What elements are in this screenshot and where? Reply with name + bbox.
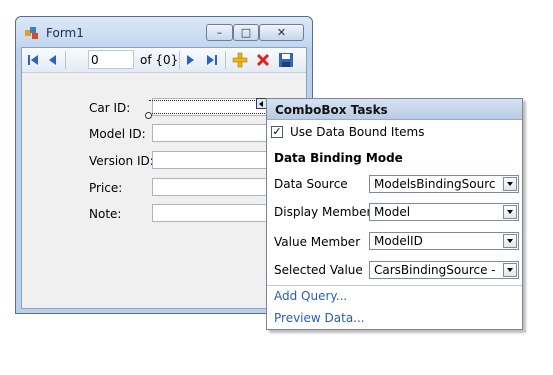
add-new-icon[interactable] bbox=[232, 52, 248, 68]
move-next-icon[interactable] bbox=[182, 52, 198, 68]
note-label: Note: bbox=[89, 207, 122, 221]
dropdown-arrow-icon[interactable] bbox=[503, 234, 517, 248]
delete-icon[interactable] bbox=[255, 52, 271, 68]
minimize-button[interactable]: – bbox=[206, 24, 233, 41]
dropdown-arrow-icon[interactable] bbox=[503, 263, 517, 277]
car-id-label: Car ID: bbox=[89, 101, 131, 115]
toolbar-separator bbox=[179, 51, 180, 69]
binding-navigator: of {0} bbox=[22, 48, 306, 73]
selected-value-value: CarsBindingSource - Mo bbox=[374, 263, 496, 277]
combobox-tasks-panel: ComboBox Tasks ✓ Use Data Bound Items Da… bbox=[266, 98, 523, 330]
move-first-icon[interactable] bbox=[25, 52, 41, 68]
maximize-button[interactable]: □ bbox=[233, 24, 259, 41]
panel-divider bbox=[267, 285, 522, 286]
save-icon[interactable] bbox=[278, 52, 294, 68]
title-bar[interactable]: Form1 – □ ✕ bbox=[16, 17, 312, 47]
preview-data-link[interactable]: Preview Data... bbox=[274, 311, 365, 325]
use-data-bound-label[interactable]: Use Data Bound Items bbox=[290, 125, 424, 139]
move-last-icon[interactable] bbox=[204, 52, 220, 68]
resize-handle[interactable] bbox=[145, 112, 152, 119]
add-query-link[interactable]: Add Query... bbox=[274, 289, 347, 303]
version-id-label: Version ID: bbox=[89, 154, 154, 168]
value-member-label: Value Member bbox=[274, 235, 361, 249]
data-binding-mode-heading: Data Binding Mode bbox=[274, 151, 403, 165]
move-previous-icon[interactable] bbox=[45, 52, 61, 68]
value-member-combo[interactable]: ModelID bbox=[369, 232, 519, 250]
count-label: of {0} bbox=[140, 53, 179, 67]
selected-value-combo[interactable]: CarsBindingSource - Mo bbox=[369, 261, 519, 279]
use-data-bound-checkbox[interactable]: ✓ bbox=[271, 126, 283, 138]
toolbar-separator bbox=[65, 51, 66, 69]
selection-border bbox=[149, 100, 269, 114]
display-member-value: Model bbox=[374, 205, 411, 219]
position-input[interactable] bbox=[88, 50, 134, 69]
close-button[interactable]: ✕ bbox=[259, 24, 304, 41]
data-source-label: Data Source bbox=[274, 177, 348, 191]
display-member-label: Display Member bbox=[274, 205, 372, 219]
display-member-combo[interactable]: Model bbox=[369, 203, 519, 221]
data-source-combo[interactable]: ModelsBindingSource bbox=[369, 175, 519, 193]
tasks-panel-header: ComboBox Tasks bbox=[267, 99, 522, 120]
dropdown-arrow-icon[interactable] bbox=[503, 177, 517, 191]
dropdown-arrow-icon[interactable] bbox=[503, 205, 517, 219]
data-source-value: ModelsBindingSource bbox=[374, 177, 496, 191]
model-id-label: Model ID: bbox=[89, 127, 146, 141]
form-app-icon bbox=[25, 27, 38, 39]
price-label: Price: bbox=[89, 181, 123, 195]
form-client-area: of {0} Car ID: bbox=[21, 47, 312, 309]
selected-value-label: Selected Value bbox=[274, 263, 363, 277]
window-title: Form1 bbox=[46, 26, 84, 40]
toolbar-separator bbox=[225, 51, 226, 69]
value-member-value: ModelID bbox=[374, 234, 423, 248]
